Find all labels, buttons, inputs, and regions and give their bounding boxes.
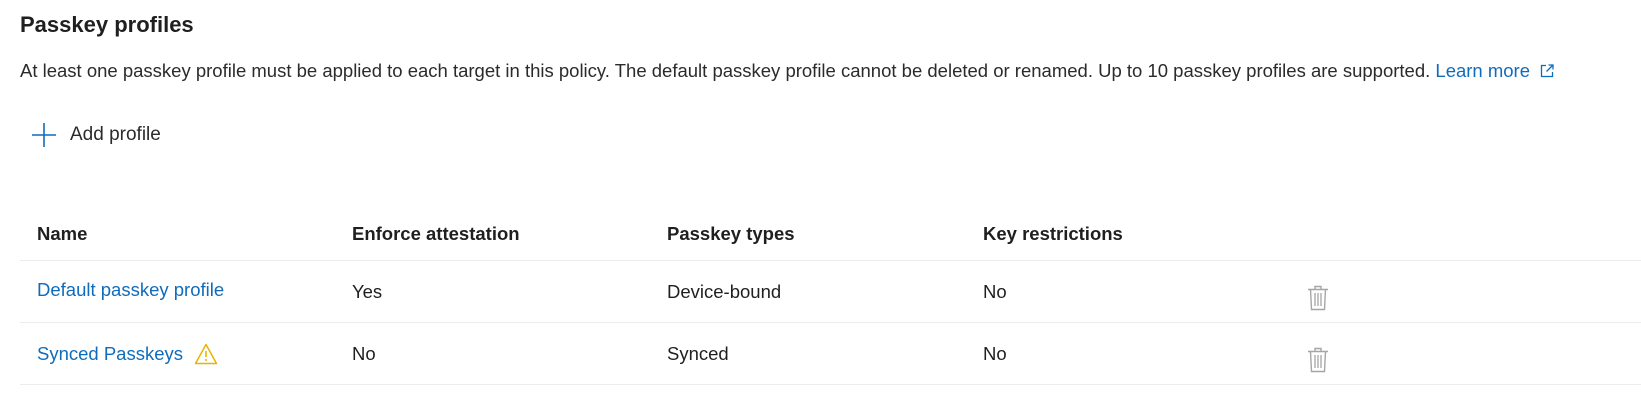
trash-icon[interactable] <box>1307 285 1329 311</box>
profile-name-link[interactable]: Default passkey profile <box>37 279 224 301</box>
actions-cell <box>1307 323 1329 384</box>
name-cell: Synced Passkeys <box>37 323 218 384</box>
add-profile-label: Add profile <box>70 124 161 145</box>
passkey-types-cell: Device-bound <box>667 280 782 302</box>
key-restrictions-cell: No <box>983 342 1007 364</box>
learn-more-link[interactable]: Learn more <box>1435 60 1554 82</box>
trash-icon[interactable] <box>1307 347 1329 373</box>
passkey-profiles-table: Name Enforce attestation Passkey types K… <box>20 208 1641 385</box>
add-profile-button[interactable]: Add profile <box>31 120 161 150</box>
table-header-row: Name Enforce attestation Passkey types K… <box>20 208 1641 261</box>
profile-name-link[interactable]: Synced Passkeys <box>37 343 183 365</box>
column-header-passkey-types: Passkey types <box>667 223 795 244</box>
description-text: At least one passkey profile must be app… <box>20 60 1431 81</box>
external-link-icon <box>1540 64 1554 78</box>
warning-icon <box>194 343 218 364</box>
key-restrictions-cell: No <box>983 280 1007 302</box>
plus-icon <box>32 123 56 147</box>
table-row: Synced Passkeys No Synced No <box>20 323 1641 385</box>
column-header-enforce-attestation: Enforce attestation <box>352 223 520 244</box>
name-cell: Default passkey profile <box>37 261 224 322</box>
passkey-types-cell: Synced <box>667 342 729 364</box>
actions-cell <box>1307 261 1329 322</box>
column-header-key-restrictions: Key restrictions <box>983 223 1123 244</box>
section-description: At least one passkey profile must be app… <box>20 60 1554 82</box>
page-title: Passkey profiles <box>20 12 194 37</box>
learn-more-label: Learn more <box>1435 60 1531 81</box>
enforce-attestation-cell: No <box>352 342 376 364</box>
table-row: Default passkey profile Yes Device-bound… <box>20 261 1641 323</box>
enforce-attestation-cell: Yes <box>352 280 383 302</box>
column-header-name: Name <box>37 223 88 244</box>
